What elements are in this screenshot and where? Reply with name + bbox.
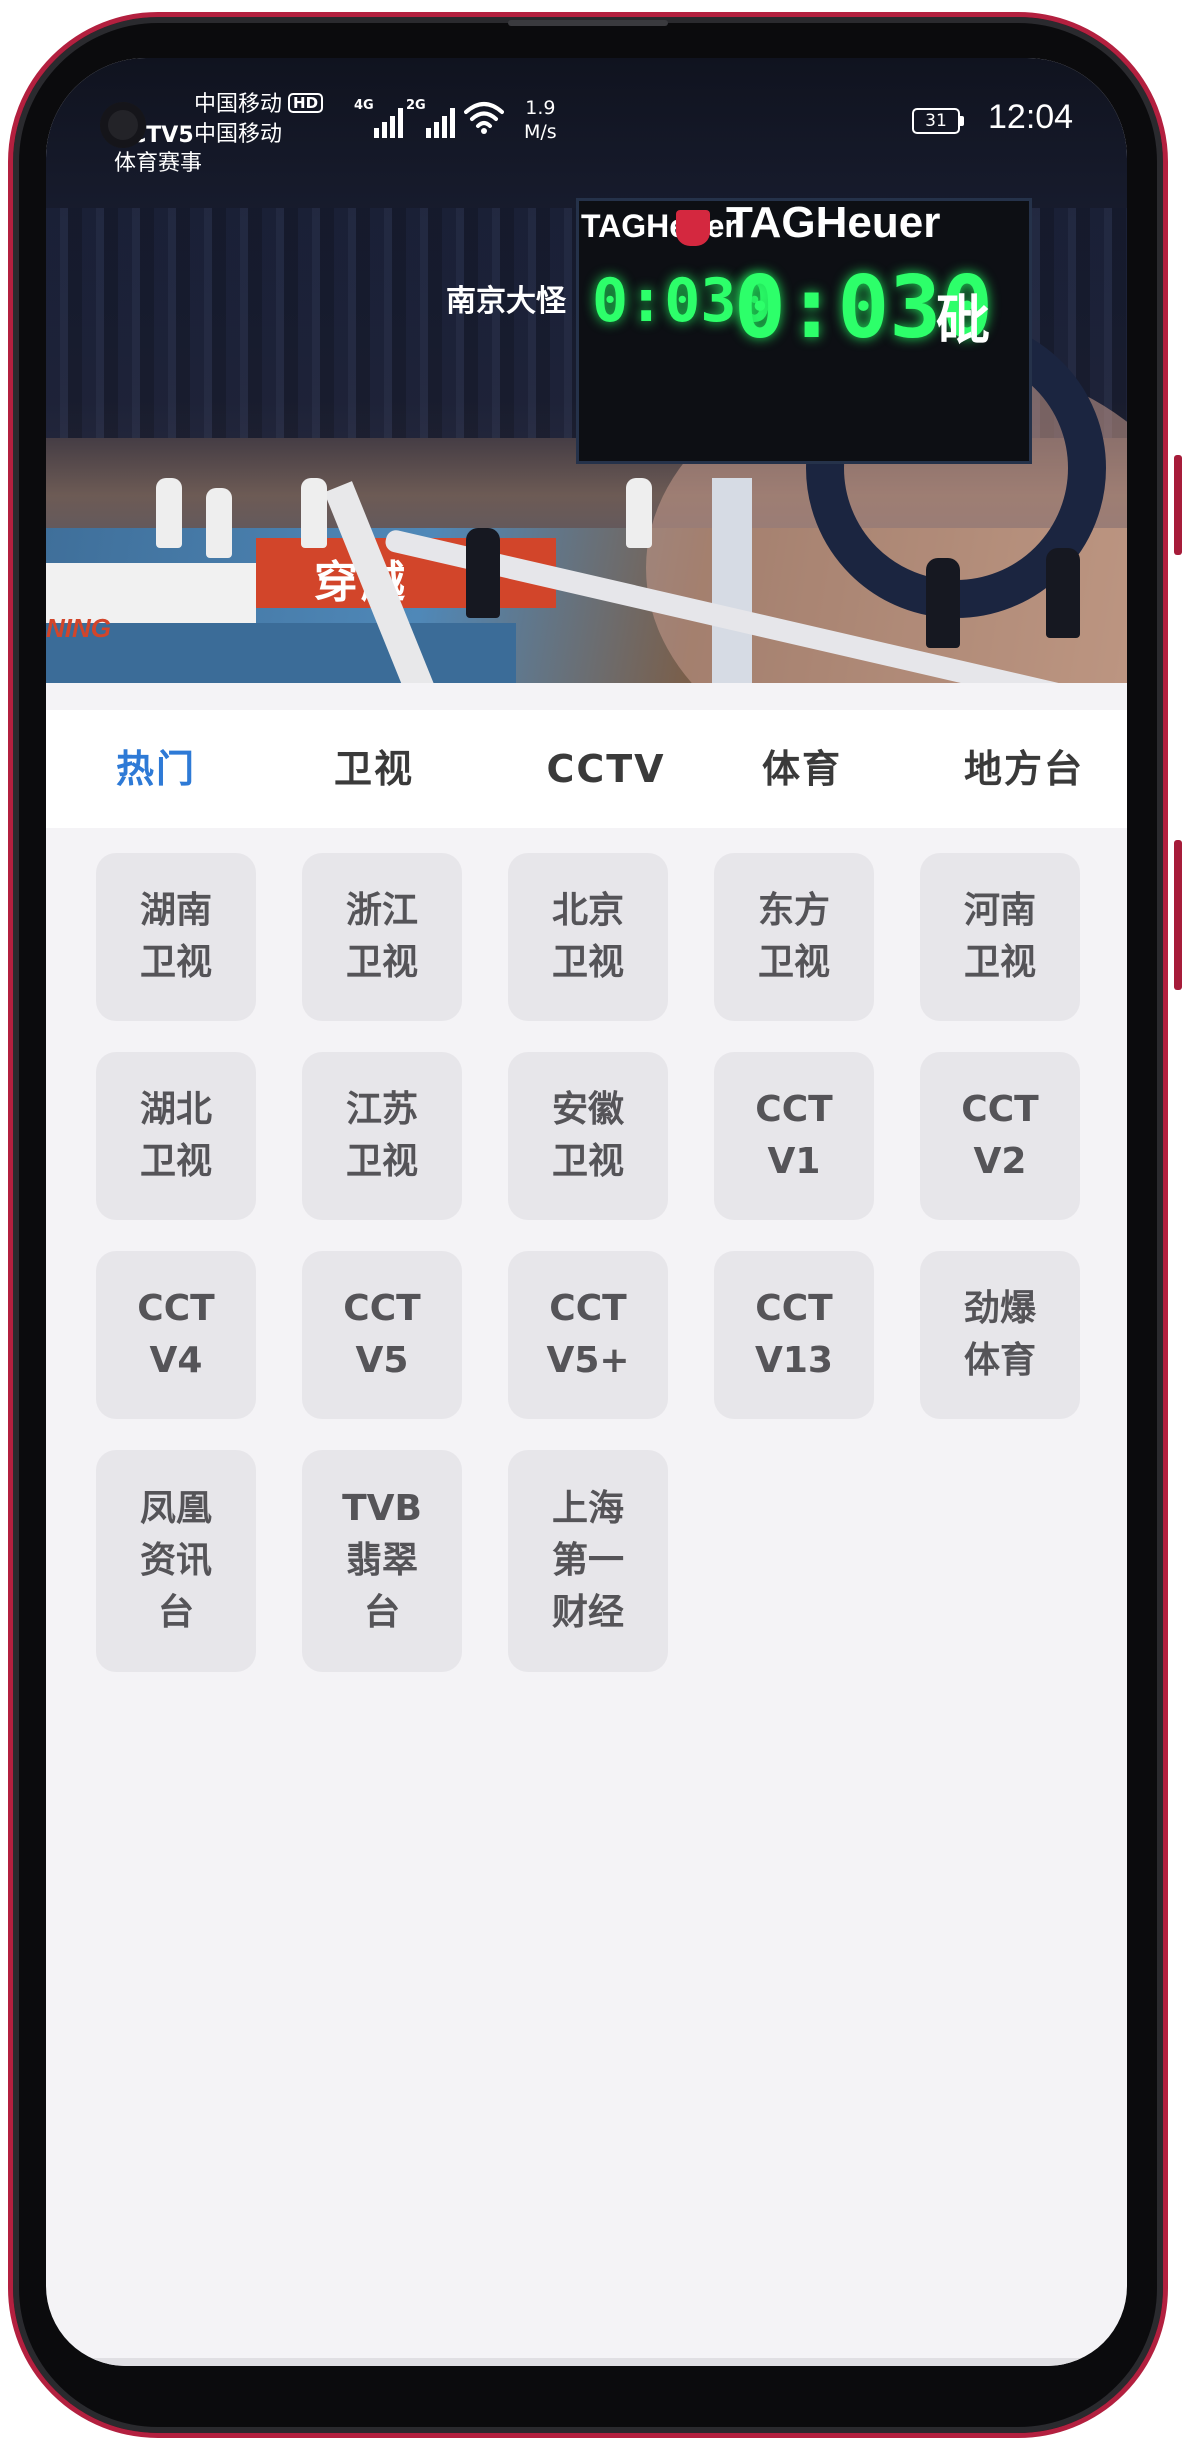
hd-badge: HD (288, 93, 324, 113)
tab-local[interactable]: 地方台 (934, 710, 1114, 828)
earpiece (508, 20, 668, 26)
wifi-icon (464, 102, 504, 134)
front-camera (100, 102, 146, 148)
channel-label: CCT V13 (755, 1288, 833, 1381)
signal-icon: 4G (354, 98, 404, 138)
player-figure (626, 478, 652, 548)
channel-label: 湖北 卫视 (139, 1089, 212, 1182)
channel-label: 河南 卫视 (963, 890, 1036, 983)
channel-button[interactable]: 安徽 卫视 (508, 1052, 668, 1220)
tab-satellite[interactable]: 卫视 (304, 710, 444, 828)
channel-button[interactable]: 江苏 卫视 (302, 1052, 462, 1220)
channel-label: 江苏 卫视 (345, 1089, 418, 1182)
channel-label: TVB 翡翠 台 (342, 1488, 422, 1633)
spectator-figure (926, 558, 960, 648)
brand-shield-icon (676, 210, 710, 246)
power-button (1174, 455, 1182, 555)
channel-label: 浙江 卫视 (345, 890, 418, 983)
scoreboard-brand-small: TAGHeuer (581, 208, 737, 244)
channel-button[interactable]: 北京 卫视 (508, 853, 668, 1021)
referee-figure (466, 528, 500, 618)
channel-button[interactable]: TVB 翡翠 台 (302, 1450, 462, 1672)
screen: NING 穿越 南京大怪 TAGHeuer TAGHeuer 0:030 0:0… (46, 58, 1127, 2366)
network-speed: 1.9 M/s (524, 96, 557, 144)
channel-button[interactable]: CCT V1 (714, 1052, 874, 1220)
carrier-info: 中国移动 HD 中国移动 (194, 90, 324, 150)
carrier-name: 中国移动 (194, 92, 283, 117)
channel-button[interactable]: 河南 卫视 (920, 853, 1080, 1021)
channel-label: 湖南 卫视 (139, 890, 212, 983)
channel-button[interactable]: 凤凰 资讯 台 (96, 1450, 256, 1672)
channel-button[interactable]: CCT V13 (714, 1251, 874, 1419)
carrier-name-2: 中国移动 (194, 122, 283, 147)
hoop-pole-2 (712, 478, 752, 683)
network-gen: 4G (354, 98, 374, 113)
spectator-figure (1046, 548, 1080, 638)
tab-cctv[interactable]: CCTV (516, 710, 696, 828)
channel-button[interactable]: 东方 卫视 (714, 853, 874, 1021)
channel-button[interactable]: CCT V5 (302, 1251, 462, 1419)
category-tabs: 热门 卫视 CCTV 体育 地方台 (46, 710, 1127, 828)
channel-label: 北京 卫视 (551, 890, 624, 983)
channel-label: CCT V5 (343, 1288, 421, 1381)
ad-logo: NING (46, 613, 111, 643)
channel-button[interactable]: CCT V2 (920, 1052, 1080, 1220)
channel-label: CCT V2 (961, 1089, 1039, 1182)
channel-label: 安徽 卫视 (551, 1089, 624, 1182)
battery-tip (960, 116, 964, 126)
court-edge (46, 623, 516, 683)
channel-button[interactable]: 上海 第一 财经 (508, 1450, 668, 1672)
volume-button (1174, 840, 1182, 990)
channel-button[interactable]: CCT V4 (96, 1251, 256, 1419)
channel-label: 东方 卫视 (757, 890, 830, 983)
home-indicator (46, 2358, 1127, 2366)
player-figure (301, 478, 327, 548)
channel-label: CCT V5+ (546, 1288, 630, 1381)
channel-button[interactable]: 浙江 卫视 (302, 853, 462, 1021)
status-bar: 中国移动 HD 中国移动 4G 2G 1.9 M/s 31 12:04 (46, 58, 1127, 168)
channel-label: 劲爆 体育 (963, 1288, 1036, 1381)
player-figure (206, 488, 232, 558)
channel-button[interactable]: 湖南 卫视 (96, 853, 256, 1021)
channel-button[interactable]: CCT V5+ (508, 1251, 668, 1419)
channel-button[interactable]: 劲爆 体育 (920, 1251, 1080, 1419)
channel-label: 上海 第一 财经 (551, 1488, 624, 1633)
channel-label: 凤凰 资讯 台 (139, 1488, 212, 1633)
clock: 12:04 (988, 98, 1074, 136)
signal-icon-2: 2G (406, 98, 456, 138)
channel-label: CCT V4 (137, 1288, 215, 1381)
scoreboard-brand-large: TAGHeuer (726, 198, 941, 247)
player-figure (156, 478, 182, 548)
channel-button[interactable]: 湖北 卫视 (96, 1052, 256, 1220)
tab-hot[interactable]: 热门 (86, 710, 226, 828)
speed-value: 1.9 (525, 97, 556, 119)
scoreboard-side-text: 砒 (936, 289, 990, 352)
channel-label: CCT V1 (755, 1089, 833, 1182)
tab-sports[interactable]: 体育 (732, 710, 872, 828)
battery-icon: 31 (912, 108, 960, 134)
speed-unit: M/s (524, 121, 557, 143)
network-gen-2: 2G (406, 98, 426, 113)
arena-sign: 南京大怪 (446, 284, 566, 319)
